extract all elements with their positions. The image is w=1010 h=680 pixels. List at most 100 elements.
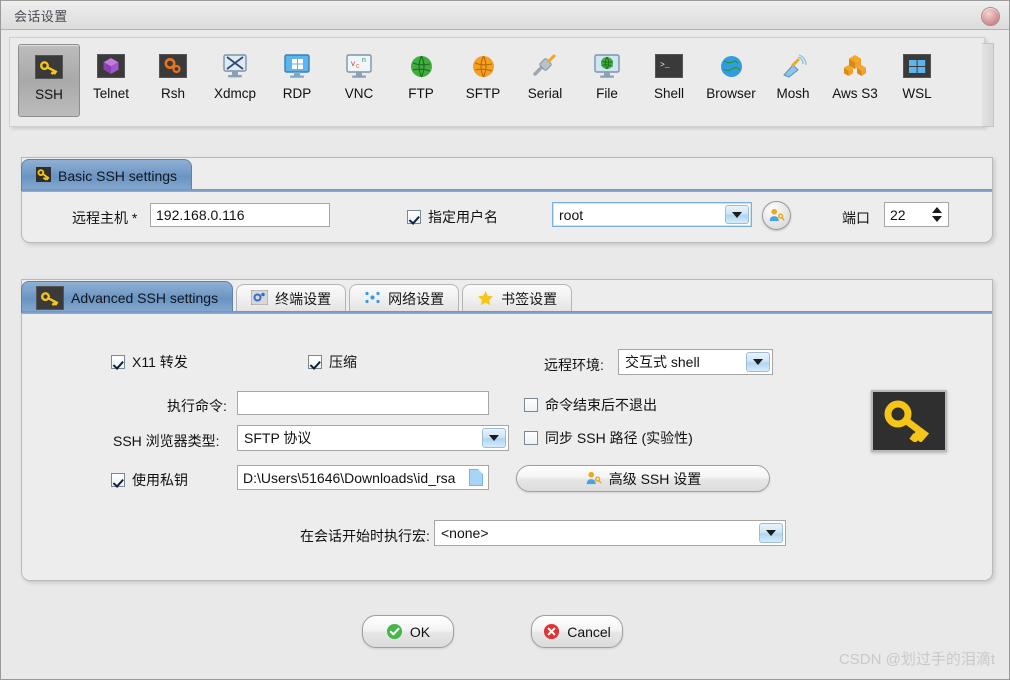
compression-checkbox[interactable]: 压缩: [308, 352, 357, 372]
protocol-shell[interactable]: >_ Shell: [638, 44, 700, 101]
use-private-key-checkbox[interactable]: 使用私钥: [111, 470, 188, 490]
chevron-up-icon: [932, 207, 942, 213]
user-key-button[interactable]: [762, 201, 791, 230]
file-icon[interactable]: [469, 469, 483, 486]
macro-value: <none>: [441, 525, 489, 541]
protocol-rdp[interactable]: RDP: [266, 44, 328, 101]
basic-ssh-panel: Basic SSH settings 远程主机 * 192.168.0.116 …: [21, 157, 993, 243]
terminal-icon: >_: [654, 51, 684, 81]
green-check-icon: [386, 623, 402, 640]
sync-ssh-path-checkbox[interactable]: 同步 SSH 路径 (实验性): [524, 428, 693, 448]
protocol-file[interactable]: File: [576, 44, 638, 101]
macro-label: 在会话开始时执行宏:: [300, 528, 430, 544]
port-input[interactable]: 22: [884, 202, 949, 227]
protocol-xdmcp[interactable]: Xdmcp: [204, 44, 266, 101]
file-monitor-icon: [592, 51, 622, 81]
protocol-toolbar: SSH Telnet Rsh Xdmcp RDP v c n VNC FTP SFTP Serial F…: [9, 37, 985, 127]
protocol-label: VNC: [344, 86, 374, 101]
key-icon: [36, 166, 51, 185]
chevron-down-icon[interactable]: [725, 205, 749, 224]
protocol-vnc[interactable]: v c n VNC: [328, 44, 390, 101]
remote-host-input[interactable]: 192.168.0.116: [150, 203, 330, 227]
port-label: 端口: [842, 210, 870, 226]
port-stepper[interactable]: [931, 205, 943, 224]
advanced-tabstrip: Advanced SSH settings 终端设置 网络设置 书签设置: [21, 279, 573, 313]
tab-advanced-ssh-settings[interactable]: Advanced SSH settings: [21, 281, 234, 313]
protocol-label: SFTP: [465, 86, 501, 101]
tab-tab1[interactable]: 终端设置: [236, 284, 347, 313]
advanced-ssh-body: X11 转发 压缩 执行命令: SSH 浏览器类型: SFTP 协议 使用私钥 …: [22, 314, 992, 580]
svg-text:n: n: [362, 57, 366, 64]
aws-boxes-icon: [840, 51, 870, 81]
protocol-telnet[interactable]: Telnet: [80, 44, 142, 101]
terminal-gear-icon: [250, 289, 269, 308]
cancel-button[interactable]: Cancel: [531, 615, 623, 648]
private-key-path-input[interactable]: D:\Users\51646\Downloads\id_rsa: [237, 465, 489, 490]
sync-ssh-path-label: 同步 SSH 路径 (实验性): [545, 430, 693, 446]
checkbox-box: [524, 398, 538, 412]
no-exit-after-command-checkbox[interactable]: 命令结束后不退出: [524, 395, 657, 415]
orange-globe-icon: [468, 51, 498, 81]
remote-env-combo[interactable]: 交互式 shell: [618, 349, 773, 375]
protocol-label: WSL: [902, 86, 932, 101]
basic-ssh-body: 远程主机 * 192.168.0.116 指定用户名 root 端口 22: [22, 192, 992, 242]
protocol-ssh[interactable]: SSH: [18, 44, 80, 117]
tab-tab2[interactable]: 网络设置: [349, 284, 460, 313]
specify-username-checkbox[interactable]: 指定用户名: [407, 207, 498, 227]
chevron-down-icon[interactable]: [759, 523, 783, 543]
x11-forwarding-label: X11 转发: [132, 354, 188, 370]
close-orb-icon[interactable]: [981, 7, 1000, 26]
protocol-wsl[interactable]: WSL: [886, 44, 948, 101]
svg-text:c: c: [356, 63, 360, 70]
tab-basic-ssh-settings[interactable]: Basic SSH settings: [21, 159, 193, 191]
protocol-rsh[interactable]: Rsh: [142, 44, 204, 101]
tab-label: 书签设置: [501, 291, 558, 307]
remote-host-value: 192.168.0.116: [156, 207, 245, 223]
protocol-label: SSH: [35, 87, 63, 102]
toolbar-scroll-nub[interactable]: [982, 43, 994, 127]
protocol-serial[interactable]: Serial: [514, 44, 576, 101]
protocol-ftp[interactable]: FTP: [390, 44, 452, 101]
protocol-label: File: [596, 86, 618, 101]
advanced-ssh-panel: Advanced SSH settings 终端设置 网络设置 书签设置 X11 转发…: [21, 279, 993, 581]
protocol-label: Rsh: [160, 86, 185, 101]
session-settings-window: 会话设置 SSH Telnet Rsh Xdmcp RDP v c n VNC FTP SFTP Se…: [0, 0, 1010, 680]
x11-forwarding-checkbox[interactable]: X11 转发: [111, 352, 188, 372]
gears-icon: [158, 51, 188, 81]
no-exit-after-command-label: 命令结束后不退出: [545, 397, 657, 413]
checkbox-box: [111, 473, 125, 487]
cancel-label: Cancel: [567, 623, 611, 640]
user-key-icon: [769, 208, 785, 222]
protocol-aws-s3[interactable]: Aws S3: [824, 44, 886, 101]
browser-type-label: SSH 浏览器类型:: [113, 433, 220, 449]
windows-icon: [902, 51, 932, 81]
remote-host-label: 远程主机 *: [72, 210, 138, 226]
protocol-label: Telnet: [92, 86, 130, 101]
exec-command-input[interactable]: [237, 391, 489, 415]
protocol-toolbar-wrap: SSH Telnet Rsh Xdmcp RDP v c n VNC FTP SFTP Serial F…: [9, 37, 994, 133]
network-dots-icon: [364, 290, 381, 308]
protocol-sftp[interactable]: SFTP: [452, 44, 514, 101]
checkbox-box: [308, 355, 322, 369]
protocol-label: Mosh: [776, 86, 810, 101]
satellite-icon: [778, 51, 808, 81]
tab-tab3[interactable]: 书签设置: [462, 284, 573, 313]
browser-type-combo[interactable]: SFTP 协议: [237, 425, 509, 451]
advanced-ssh-settings-button[interactable]: 高级 SSH 设置: [516, 465, 770, 492]
green-globe-icon: [406, 51, 436, 81]
username-combo[interactable]: root: [552, 202, 752, 227]
protocol-browser[interactable]: Browser: [700, 44, 762, 101]
compression-label: 压缩: [329, 354, 357, 370]
protocol-mosh[interactable]: Mosh: [762, 44, 824, 101]
tab-label: 网络设置: [388, 291, 445, 307]
title-bar: 会话设置: [1, 1, 1009, 30]
ok-button[interactable]: OK: [362, 615, 454, 648]
macro-combo[interactable]: <none>: [434, 520, 786, 546]
plug-icon: [530, 51, 560, 81]
user-key-icon: [586, 471, 602, 485]
chevron-down-icon[interactable]: [482, 428, 506, 448]
advanced-ssh-settings-label: 高级 SSH 设置: [608, 470, 702, 487]
cube-icon: [96, 51, 126, 81]
vnc-monitor-icon: vcn: [344, 51, 374, 81]
chevron-down-icon[interactable]: [746, 352, 770, 372]
